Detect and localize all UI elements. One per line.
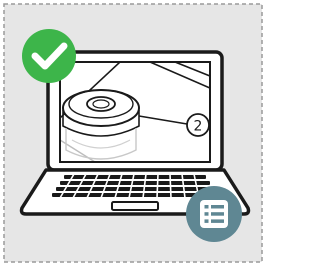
list-icon xyxy=(200,200,228,228)
illustration-canvas: 2 xyxy=(3,3,263,263)
touchpad xyxy=(111,201,159,211)
part-number-label: 2 xyxy=(194,119,203,135)
list-button[interactable] xyxy=(186,186,242,242)
illustration-card: 2 xyxy=(0,0,266,266)
success-badge xyxy=(22,29,76,83)
